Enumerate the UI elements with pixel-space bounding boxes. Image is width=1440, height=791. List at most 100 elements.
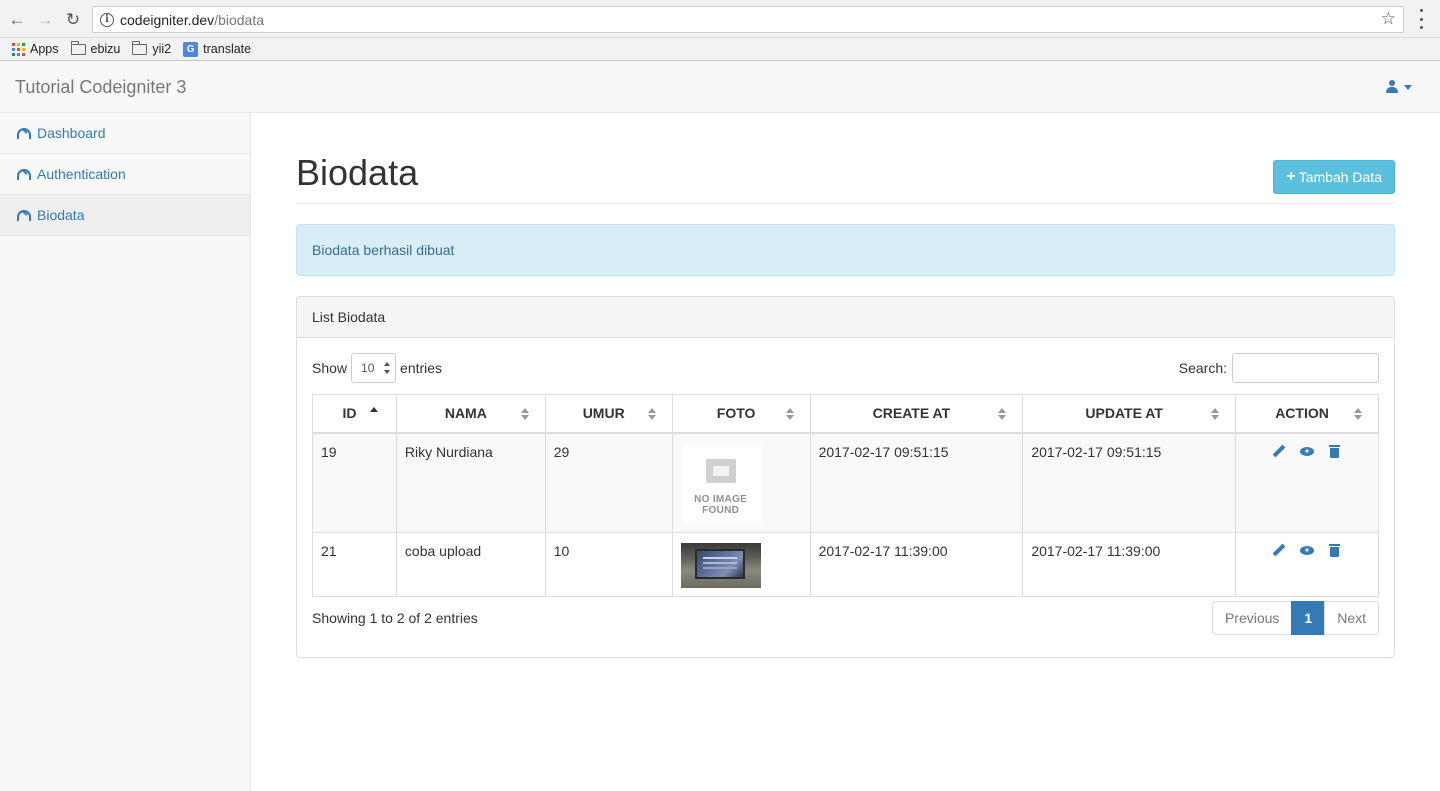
table-row: 19 Riky Nurdiana 29 NO IMAGE FOUND 2017-… [312, 432, 1379, 533]
table-row: 21 coba upload 10 2017-02-17 11:39:00 20… [312, 531, 1379, 597]
column-header-nama[interactable]: NAMA [395, 394, 546, 434]
address-bar[interactable]: i codeigniter.dev/biodata ☆ [92, 6, 1404, 33]
cell-nama: coba upload [395, 531, 546, 597]
edit-pencil-icon[interactable] [1272, 445, 1286, 458]
view-eye-icon[interactable] [1300, 544, 1315, 557]
row-actions [1244, 543, 1370, 557]
main-content: Biodata + Tambah Data Biodata berhasil d… [251, 113, 1440, 791]
sidebar-item-label: Biodata [37, 207, 85, 223]
user-menu-dropdown[interactable] [1386, 80, 1412, 94]
cell-foto: NO IMAGE FOUND [671, 432, 811, 533]
show-label: Show [312, 360, 348, 376]
table-search: Search: [1179, 353, 1379, 383]
bookmark-label: translate [203, 42, 252, 56]
bookmark-star-icon[interactable]: ☆ [1381, 10, 1396, 27]
bookmark-label: ebizu [90, 42, 121, 56]
column-header-umur[interactable]: UMUR [544, 394, 673, 434]
edit-pencil-icon[interactable] [1272, 544, 1286, 557]
entries-length-value: 10 [361, 361, 375, 375]
back-arrow-icon[interactable]: ← [6, 8, 28, 30]
add-data-button[interactable]: + Tambah Data [1273, 160, 1395, 194]
column-header-label: ACTION [1275, 405, 1329, 422]
column-header-update-at[interactable]: UPDATE AT [1022, 394, 1237, 434]
google-translate-icon: G [183, 41, 199, 57]
cell-create-at: 2017-02-17 11:39:00 [809, 531, 1024, 597]
no-image-placeholder: NO IMAGE FOUND [680, 443, 761, 524]
previous-page-button[interactable]: Previous [1211, 601, 1293, 635]
reload-icon[interactable]: ↻ [62, 8, 84, 30]
sort-both-icon [785, 408, 794, 420]
site-info-icon[interactable]: i [100, 12, 114, 27]
cell-umur: 29 [544, 432, 673, 533]
dashboard-icon [17, 168, 31, 180]
biodata-panel: List Biodata Show 10 entries Search: ID … [296, 296, 1395, 658]
select-arrows-icon [384, 362, 391, 374]
cell-nama: Riky Nurdiana [395, 432, 546, 533]
app-navbar: Tutorial Codeigniter 3 [0, 62, 1440, 113]
caret-down-icon [1404, 84, 1412, 90]
bookmark-yii2[interactable]: yii2 [132, 41, 172, 56]
view-eye-icon[interactable] [1300, 445, 1315, 458]
row-actions [1244, 444, 1370, 458]
alert-message: Biodata berhasil dibuat [312, 242, 455, 258]
column-header-id[interactable]: ID [312, 394, 397, 434]
apps-grid-icon [12, 42, 25, 56]
page-1-button[interactable]: 1 [1291, 601, 1326, 635]
delete-trash-icon[interactable] [1328, 444, 1342, 458]
cell-umur: 10 [544, 531, 673, 597]
sort-both-icon [1211, 408, 1220, 420]
column-header-create-at[interactable]: CREATE AT [809, 394, 1024, 434]
entries-length-select[interactable]: 10 [351, 353, 397, 383]
photo-laptop-screen [694, 548, 745, 579]
biodata-table: ID NAMA UMUR FOTO CREATE AT UPDATE AT AC… [312, 394, 1379, 597]
forward-arrow-icon[interactable]: → [34, 8, 56, 30]
plus-icon: + [1286, 168, 1296, 185]
column-header-action[interactable]: ACTION [1235, 394, 1379, 434]
bookmark-apps[interactable]: Apps [12, 42, 59, 56]
table-controls: Show 10 entries Search: [312, 353, 1379, 383]
page-header: Biodata + Tambah Data [296, 153, 1395, 204]
sidebar-item-dashboard[interactable]: Dashboard [0, 113, 250, 154]
brand-link[interactable]: Tutorial Codeigniter 3 [15, 77, 186, 98]
sort-both-icon [1354, 408, 1362, 420]
sort-both-icon [647, 408, 656, 420]
column-header-label: UPDATE AT [1085, 405, 1163, 422]
image-placeholder-icon [705, 458, 736, 483]
cell-action [1235, 531, 1379, 597]
cell-create-at: 2017-02-17 09:51:15 [809, 432, 1024, 533]
cell-id: 21 [312, 531, 397, 597]
no-image-text: NO IMAGE [694, 493, 748, 505]
search-input[interactable] [1232, 353, 1379, 383]
column-header-label: CREATE AT [872, 405, 951, 422]
cell-update-at: 2017-02-17 11:39:00 [1022, 531, 1237, 597]
bookmark-ebizu[interactable]: ebizu [70, 41, 121, 56]
bookmark-translate[interactable]: G translate [183, 41, 252, 57]
cell-update-at: 2017-02-17 09:51:15 [1022, 432, 1237, 533]
dashboard-icon [17, 127, 31, 139]
delete-trash-icon[interactable] [1328, 543, 1342, 557]
add-data-label: Tambah Data [1298, 169, 1382, 185]
user-icon [1386, 80, 1398, 94]
sidebar-item-label: Dashboard [37, 125, 106, 141]
column-header-label: UMUR [582, 405, 625, 422]
dashboard-icon [17, 209, 31, 221]
sidebar-item-authentication[interactable]: Authentication [0, 154, 250, 195]
page-title: Biodata [296, 152, 419, 193]
pagination: Previous 1 Next [1211, 601, 1379, 635]
browser-toolbar: ← → ↻ i codeigniter.dev/biodata ☆ [0, 0, 1440, 38]
sort-both-icon [520, 408, 529, 420]
no-image-text: FOUND [702, 504, 740, 516]
column-header-foto[interactable]: FOTO [671, 394, 811, 434]
bookmark-label: Apps [30, 42, 59, 56]
sort-ascending-icon [369, 407, 378, 412]
bookmark-label: yii2 [152, 42, 172, 56]
table-info: Showing 1 to 2 of 2 entries [312, 610, 478, 626]
sort-both-icon [998, 408, 1007, 420]
url-path: /biodata [214, 11, 265, 28]
folder-icon [70, 41, 86, 55]
sidebar-item-biodata[interactable]: Biodata [0, 195, 250, 236]
column-header-label: NAMA [444, 405, 487, 422]
next-page-button[interactable]: Next [1324, 601, 1379, 635]
bookmarks-bar: Apps ebizu yii2 G translate [0, 38, 1440, 61]
browser-menu-icon[interactable] [1414, 9, 1428, 29]
